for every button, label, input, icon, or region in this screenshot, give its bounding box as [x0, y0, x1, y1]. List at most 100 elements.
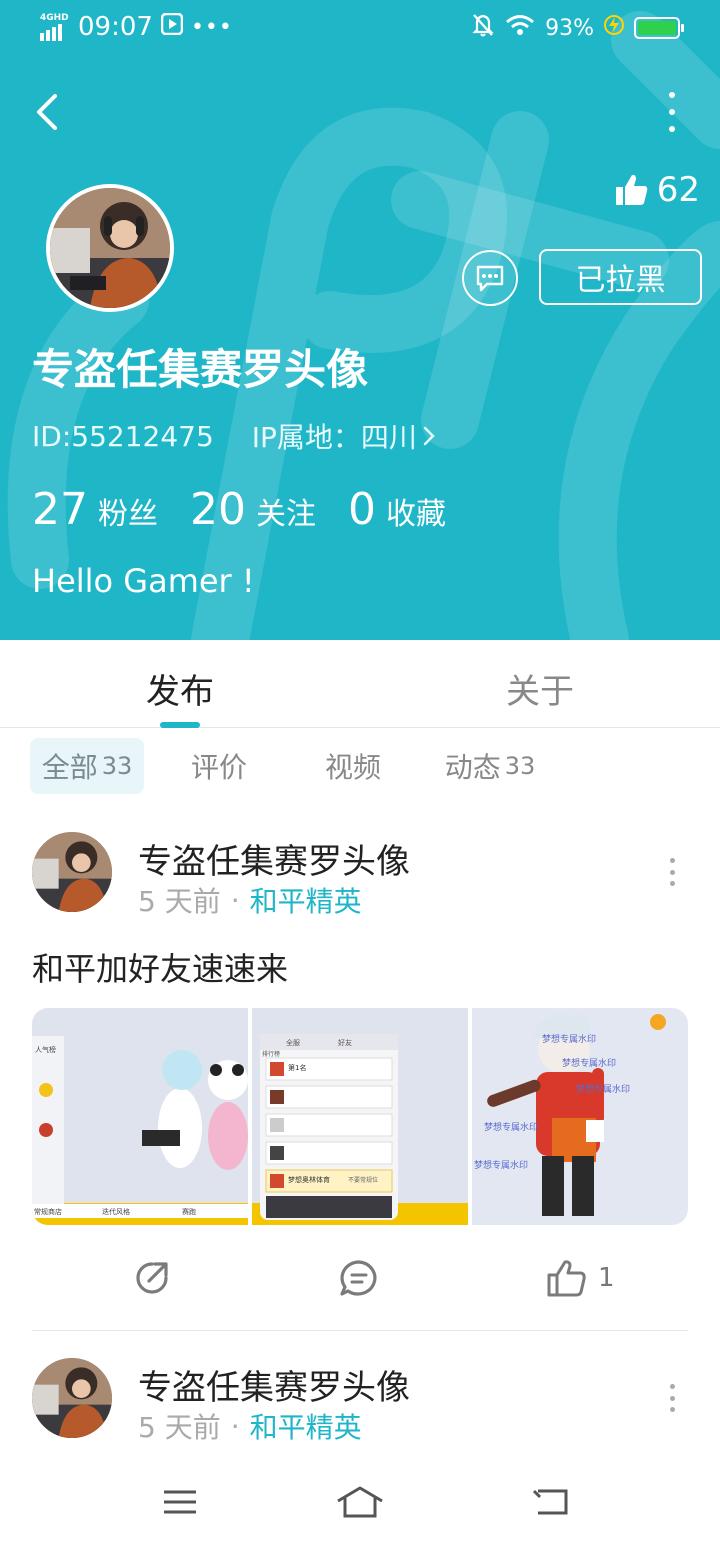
image-label: 人气榜 [35, 1045, 56, 1054]
filter-chips: 全部 33 评价 视频 动态 33 [0, 738, 720, 794]
id-row: ID:55212475 IP属地：四川 [32, 416, 435, 456]
play-icon [160, 12, 184, 42]
thumbs-up-icon [615, 174, 647, 205]
blocked-button[interactable]: 已拉黑 [539, 249, 702, 305]
watermark-label: 梦想专属水印 [542, 1033, 596, 1045]
stat-label: 粉丝 [98, 497, 158, 532]
favorites-stat[interactable]: 0 收藏 [348, 484, 446, 535]
message-button[interactable] [462, 250, 518, 306]
watermark-label: 梦想专属水印 [484, 1121, 538, 1133]
chevron-left-icon [37, 94, 57, 130]
back-nav-button[interactable] [520, 1478, 580, 1526]
image-label: 好友 [338, 1038, 352, 1047]
post-time: 5 天前 [138, 885, 221, 918]
post-image[interactable]: 专盗任集赛罗头像 全服 好友 排行榜 第1名 梦想奥林体育 不要常规位 [252, 1008, 468, 1225]
like-button[interactable]: 1 [546, 1252, 615, 1304]
filter-label: 全部 [41, 751, 98, 784]
network-type: 4GHD [40, 13, 69, 23]
profile-avatar[interactable] [46, 184, 174, 312]
active-tab-indicator [160, 722, 200, 728]
filter-videos[interactable]: 视频 [310, 738, 396, 794]
filter-label: 视频 [324, 751, 381, 784]
filter-count: 33 [101, 752, 133, 780]
following-stat[interactable]: 20 关注 [190, 484, 316, 535]
more-dots-icon: ••• [190, 14, 233, 40]
battery-percent: 93% [545, 15, 594, 41]
filter-label: 动态 [444, 751, 501, 784]
chat-bubble-icon [476, 265, 504, 292]
post-more-button[interactable] [668, 1384, 676, 1412]
filter-reviews[interactable]: 评价 [176, 738, 262, 794]
profile-tabs: 发布 关于 [0, 640, 720, 728]
share-icon [136, 1262, 168, 1294]
stat-label: 关注 [256, 497, 316, 532]
profile-header: 4GHD 09:07 ••• 93% 62 已拉黑 专盗任集赛罗头像 ID:55… [0, 0, 720, 640]
menu-button[interactable] [150, 1478, 210, 1526]
post-header: 专盗任集赛罗头像 5 天前 · 和平精英 [0, 1358, 720, 1448]
post-time: 5 天前 [138, 1411, 221, 1444]
home-button[interactable] [330, 1478, 390, 1526]
profile-bio: Hello Gamer ! [32, 562, 255, 600]
post-author-name[interactable]: 专盗任集赛罗头像 [138, 834, 410, 883]
post-image[interactable]: 梦想专属水印 梦想专属水印 梦想专属水印 梦想专属水印 梦想专属水印 [472, 1008, 688, 1225]
like-count: 1 [598, 1263, 615, 1293]
filter-label: 评价 [190, 751, 247, 784]
wifi-icon [505, 14, 535, 42]
stat-label: 收藏 [386, 497, 446, 532]
image-label: 常规商店 [34, 1207, 62, 1216]
home-icon [337, 1486, 383, 1518]
charging-icon [604, 14, 624, 42]
user-id: ID:55212475 [32, 419, 214, 453]
image-label: 全服 [286, 1038, 300, 1047]
stat-number: 27 [32, 484, 88, 535]
thumbs-up-icon [547, 1260, 586, 1297]
status-bar: 4GHD 09:07 ••• 93% [0, 0, 720, 56]
ip-location: IP属地：四川 [251, 421, 417, 454]
filter-all[interactable]: 全部 33 [30, 738, 144, 794]
menu-icon [164, 1490, 196, 1514]
image-label: 梦想奥林体育 [288, 1175, 330, 1184]
author-avatar[interactable] [32, 1358, 112, 1438]
stat-number: 0 [348, 484, 376, 535]
watermark-label: 梦想专属水印 [562, 1057, 616, 1069]
image-label: 排行榜 [262, 1050, 280, 1058]
post-more-button[interactable] [668, 858, 676, 886]
filter-moments[interactable]: 动态 33 [432, 738, 548, 794]
network-signal-icon: 4GHD [40, 13, 70, 41]
post-text: 和平加好友速速来 [32, 950, 289, 988]
battery-icon [634, 17, 684, 39]
post-game-tag[interactable]: 和平精英 [250, 880, 362, 920]
stat-number: 20 [190, 484, 246, 535]
image-label: 第1名 [288, 1063, 306, 1072]
system-nav-bar [0, 1460, 720, 1544]
image-label: 迭代风格 [102, 1207, 130, 1216]
back-button[interactable] [24, 88, 68, 136]
tab-about[interactable]: 关于 [506, 664, 574, 713]
meta-separator: · [230, 883, 240, 917]
stats-row: 27 粉丝 20 关注 0 收藏 [32, 484, 446, 535]
share-button[interactable] [132, 1252, 172, 1304]
comment-button[interactable] [338, 1252, 380, 1304]
post-author-name[interactable]: 专盗任集赛罗头像 [138, 1360, 410, 1409]
post-image[interactable]: 人气榜 常规商店 迭代风格 赛跑 [32, 1008, 248, 1225]
followers-stat[interactable]: 27 粉丝 [32, 484, 158, 535]
meta-separator: · [230, 1409, 240, 1443]
likes-counter: 62 [615, 170, 700, 210]
more-options-button[interactable] [662, 92, 682, 132]
post-header: 专盗任集赛罗头像 5 天前 · 和平精英 [0, 832, 720, 922]
post-meta: 5 天前 · 和平精英 [138, 1406, 362, 1446]
chevron-right-icon [423, 426, 435, 446]
mute-bell-icon [471, 12, 495, 44]
watermark-label: 梦想专属水印 [474, 1159, 528, 1171]
profile-username: 专盗任集赛罗头像 [32, 345, 369, 394]
author-avatar[interactable] [32, 832, 112, 912]
image-label: 不要常规位 [348, 1176, 378, 1184]
post-actions: 1 [0, 1252, 720, 1304]
ip-location-link[interactable]: IP属地：四川 [252, 416, 435, 456]
likes-count: 62 [656, 170, 700, 210]
post-images: 人气榜 常规商店 迭代风格 赛跑 专盗任集赛罗头像 全服 好友 排行榜 [32, 1008, 688, 1225]
post-game-tag[interactable]: 和平精英 [250, 1406, 362, 1446]
post-meta: 5 天前 · 和平精英 [138, 880, 362, 920]
back-arrow-icon [532, 1489, 568, 1515]
tab-publish[interactable]: 发布 [146, 664, 214, 713]
